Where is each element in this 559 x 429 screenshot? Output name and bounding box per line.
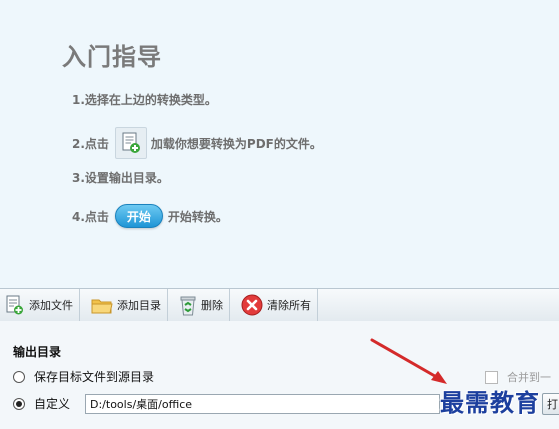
watermark-text: 最需教育 <box>440 388 540 417</box>
annotation-arrow <box>370 338 447 384</box>
watermark: 最需教育 <box>432 381 559 429</box>
